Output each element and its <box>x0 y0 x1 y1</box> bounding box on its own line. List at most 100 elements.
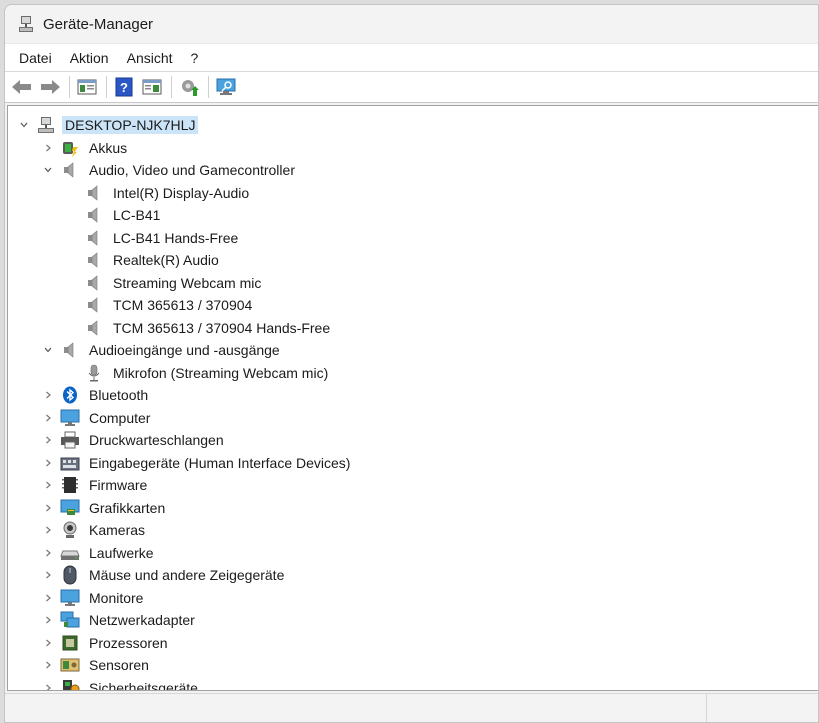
show-hide-console-tree-icon[interactable] <box>139 75 165 99</box>
processor-icon <box>60 634 80 652</box>
chevron-right-icon[interactable] <box>40 545 56 561</box>
update-driver-icon[interactable] <box>176 75 202 99</box>
tree-item-label: Grafikkarten <box>89 499 166 516</box>
tree-device[interactable]: Realtek(R) Audio <box>8 249 818 272</box>
tree-category[interactable]: Audioeingänge und -ausgänge <box>8 339 818 362</box>
toolbar-separator <box>171 76 172 98</box>
tree-item-label: Firmware <box>89 477 148 494</box>
chevron-right-icon[interactable] <box>40 387 56 403</box>
tree-item-label: Prozessoren <box>89 634 168 651</box>
chevron-right-icon[interactable] <box>40 635 56 651</box>
menu-bar: Datei Aktion Ansicht ? <box>5 43 818 71</box>
tree-category[interactable]: Sensoren <box>8 654 818 677</box>
tree-category[interactable]: Netzwerkadapter <box>8 609 818 632</box>
tree-root-label: DESKTOP-NJK7HLJ <box>62 116 199 135</box>
tree-item-label: Netzwerkadapter <box>89 612 195 629</box>
chevron-down-icon[interactable] <box>40 342 56 358</box>
tree-category[interactable]: Kameras <box>8 519 818 542</box>
help-icon[interactable]: ? <box>111 75 137 99</box>
tree-category[interactable]: Sicherheitsgeräte <box>8 677 818 690</box>
tree-item-label: TCM 365613 / 370904 <box>113 297 253 314</box>
menu-aktion[interactable]: Aktion <box>62 46 117 70</box>
chevron-right-icon[interactable] <box>40 455 56 471</box>
tree-device[interactable]: Streaming Webcam mic <box>8 272 818 295</box>
network-adapter-icon <box>60 611 80 629</box>
chevron-right-icon[interactable] <box>40 140 56 156</box>
forward-icon[interactable] <box>37 75 63 99</box>
chevron-right-icon[interactable] <box>40 590 56 606</box>
security-device-icon <box>60 679 80 690</box>
speaker-icon <box>84 184 104 202</box>
tree-item-label: Mikrofon (Streaming Webcam mic) <box>113 364 329 381</box>
toolbar-separator <box>208 76 209 98</box>
menu-ansicht[interactable]: Ansicht <box>119 46 181 70</box>
chevron-right-icon[interactable] <box>40 657 56 673</box>
menu-help[interactable]: ? <box>183 46 207 70</box>
properties-view-icon[interactable] <box>74 75 100 99</box>
tree-device[interactable]: TCM 365613 / 370904 Hands-Free <box>8 317 818 340</box>
menu-datei[interactable]: Datei <box>11 46 60 70</box>
chevron-right-icon[interactable] <box>40 432 56 448</box>
speaker-icon <box>84 229 104 247</box>
tree-item-label: Audio, Video und Gamecontroller <box>89 162 295 179</box>
speaker-icon <box>84 274 104 292</box>
status-cell <box>707 694 818 722</box>
tree-root[interactable]: DESKTOP-NJK7HLJ <box>8 114 818 137</box>
tree-category[interactable]: Bluetooth <box>8 384 818 407</box>
tree-device[interactable]: TCM 365613 / 370904 <box>8 294 818 317</box>
tree-device[interactable]: Mikrofon (Streaming Webcam mic) <box>8 362 818 385</box>
tree-category[interactable]: Eingabegeräte (Human Interface Devices) <box>8 452 818 475</box>
device-manager-window: Geräte-Manager Datei Aktion Ansicht ? ? <box>4 4 819 723</box>
chevron-right-icon[interactable] <box>40 567 56 583</box>
device-tree-pane[interactable]: DESKTOP-NJK7HLJ Akkus Audio, Video und Ga… <box>7 105 818 691</box>
tree-category[interactable]: Computer <box>8 407 818 430</box>
tree-item-label: Bluetooth <box>89 387 149 404</box>
mouse-icon <box>60 565 80 585</box>
toolbar: ? <box>5 71 818 103</box>
chevron-right-icon[interactable] <box>40 680 56 690</box>
drive-icon <box>60 544 80 562</box>
chevron-down-icon[interactable] <box>16 117 32 133</box>
tree-category[interactable]: Firmware <box>8 474 818 497</box>
tree-device[interactable]: LC-B41 <box>8 204 818 227</box>
tree-category[interactable]: Grafikkarten <box>8 497 818 520</box>
chevron-right-icon[interactable] <box>40 612 56 628</box>
tree-category[interactable]: Druckwarteschlangen <box>8 429 818 452</box>
tree-category[interactable]: Mäuse und andere Zeigegeräte <box>8 564 818 587</box>
tree-item-label: Akkus <box>89 139 128 156</box>
tree-item-label: LC-B41 <box>113 207 161 224</box>
speaker-icon <box>84 319 104 337</box>
chevron-right-icon[interactable] <box>40 522 56 538</box>
toolbar-separator <box>69 76 70 98</box>
title-bar[interactable]: Geräte-Manager <box>5 5 818 43</box>
printer-icon <box>60 431 80 449</box>
chevron-right-icon[interactable] <box>40 500 56 516</box>
status-bar <box>5 693 818 722</box>
speaker-icon <box>84 296 104 314</box>
chevron-right-icon[interactable] <box>40 410 56 426</box>
scan-hardware-icon[interactable] <box>213 75 239 99</box>
tree-category[interactable]: Audio, Video und Gamecontroller <box>8 159 818 182</box>
tree-device[interactable]: LC-B41 Hands-Free <box>8 227 818 250</box>
tree-item-label: TCM 365613 / 370904 Hands-Free <box>113 319 331 336</box>
tree-category[interactable]: Monitore <box>8 587 818 610</box>
tree-device[interactable]: Intel(R) Display-Audio <box>8 182 818 205</box>
bluetooth-icon <box>60 386 80 404</box>
device-tree: DESKTOP-NJK7HLJ Akkus Audio, Video und Ga… <box>8 114 818 690</box>
back-icon[interactable] <box>9 75 35 99</box>
chevron-right-icon[interactable] <box>40 477 56 493</box>
chevron-down-icon[interactable] <box>40 162 56 178</box>
tree-category[interactable]: Laufwerke <box>8 542 818 565</box>
battery-icon <box>60 139 80 157</box>
tree-category[interactable]: Prozessoren <box>8 632 818 655</box>
tree-item-label: Eingabegeräte (Human Interface Devices) <box>89 454 351 471</box>
tree-item-label: Computer <box>89 409 151 426</box>
tree-item-label: LC-B41 Hands-Free <box>113 229 239 246</box>
tree-category[interactable]: Akkus <box>8 137 818 160</box>
tree-item-label: Laufwerke <box>89 544 154 561</box>
